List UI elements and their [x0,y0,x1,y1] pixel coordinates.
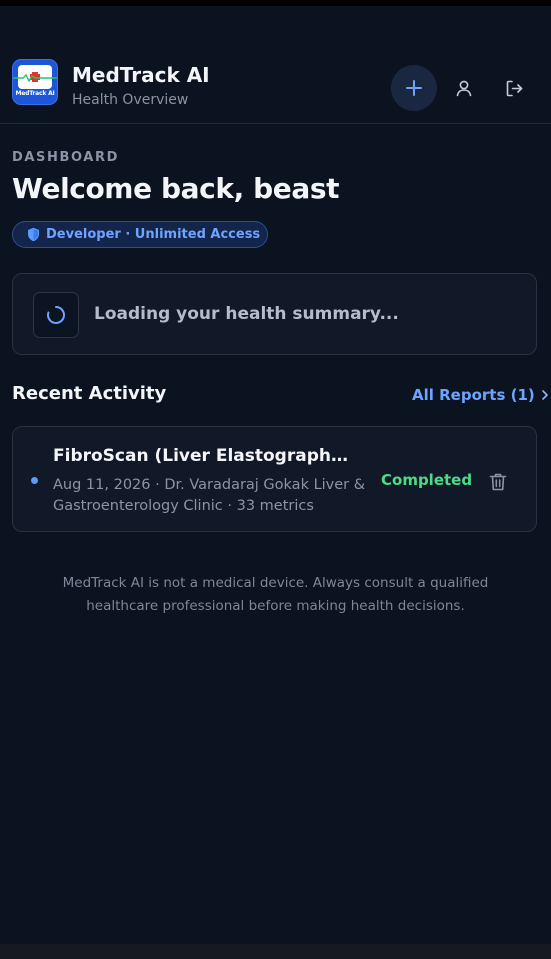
user-icon [456,80,472,97]
app-logo: MedTrack AI [12,59,58,105]
health-summary-card: Loading your health summary... [12,273,537,355]
page-title: Welcome back, beast [12,172,340,205]
report-title: FibroScan (Liver Elastography) R... [53,446,359,466]
app-subtitle: Health Overview [72,92,189,108]
access-badge: Developer · Unlimited Access [12,221,268,248]
spinner-icon [47,306,65,324]
bottom-bar [0,944,551,959]
plus-icon [406,80,422,96]
delete-report-button[interactable] [485,469,511,495]
badge-label: Developer · Unlimited Access [46,227,261,242]
recent-activity-heading: Recent Activity [12,383,167,404]
unread-indicator [31,477,38,484]
section-label: DASHBOARD [12,150,119,165]
all-reports-label: All Reports (1) [412,386,535,404]
logout-button[interactable] [494,68,534,108]
heartbeat-icon [13,74,57,82]
chevron-right-icon [541,390,548,400]
trash-icon [489,473,507,491]
logo-wordmark: MedTrack AI [15,90,55,97]
shield-icon [28,227,39,242]
profile-button[interactable] [444,68,484,108]
status-badge: Completed [381,471,473,489]
loading-text: Loading your health summary... [94,304,399,324]
app-title: MedTrack AI [72,63,210,87]
logout-icon [506,80,522,96]
all-reports-link[interactable]: All Reports (1) [412,386,549,404]
report-meta: Aug 11, 2026 · Dr. Varadaraj Gokak Liver… [53,477,366,514]
add-report-button[interactable] [391,65,437,111]
report-list-item[interactable]: FibroScan (Liver Elastography) R... Aug … [12,426,537,532]
loading-spinner [33,292,79,338]
app-header: MedTrack AI MedTrack AI Health Overview [0,6,551,124]
medical-disclaimer: MedTrack AI is not a medical device. Alw… [62,575,489,614]
